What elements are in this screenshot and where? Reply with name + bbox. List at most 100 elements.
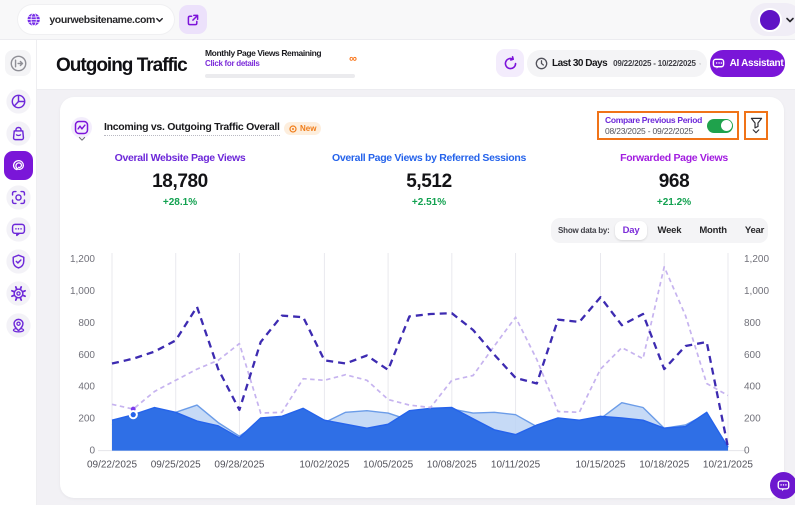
- sidebar-item-dashboard[interactable]: [4, 87, 33, 116]
- collapse-arrow-icon: [9, 54, 28, 73]
- top-bar: yourwebsitename.com: [0, 0, 795, 40]
- infinity-icon: ∞: [349, 55, 357, 63]
- metric-overall-website-page-views: Overall Website Page Views 18,780 +28.1%: [80, 152, 280, 208]
- metric-value: 18,780: [80, 171, 280, 193]
- compare-toggle[interactable]: [707, 119, 733, 133]
- website-name: yourwebsitename.com: [49, 14, 155, 26]
- bag-icon: [10, 125, 27, 142]
- metric-referred-sessions: Overall Page Views by Referred Sessions …: [299, 152, 559, 208]
- metric-value: 968: [574, 171, 774, 193]
- x-axis-label: 10/11/2025: [491, 460, 541, 471]
- quota-progress-bar: [205, 74, 355, 78]
- y-axis-label: 200: [78, 414, 95, 425]
- chat-bubble-icon: [10, 221, 27, 238]
- metric-change: +21.2%: [574, 197, 774, 208]
- y-axis-label: 800: [78, 318, 95, 329]
- sidebar-item-tracking[interactable]: [4, 183, 33, 212]
- chat-fab[interactable]: [770, 472, 795, 499]
- compare-previous-period: Compare Previous Period 08/23/2025 - 09/…: [597, 111, 739, 140]
- refresh-button[interactable]: [496, 49, 524, 77]
- metric-value: 5,512: [299, 171, 559, 193]
- metric-label: Overall Website Page Views: [80, 152, 280, 164]
- y-axis-label-right: 200: [744, 414, 761, 425]
- y-axis-label: 1,000: [70, 286, 95, 297]
- tab-week[interactable]: Week: [649, 221, 689, 240]
- refresh-icon: [503, 56, 518, 71]
- new-badge-label: New: [300, 124, 316, 133]
- y-axis-label: 400: [78, 382, 95, 393]
- sidebar-collapse-button[interactable]: [5, 50, 31, 76]
- website-selector[interactable]: yourwebsitename.com: [18, 5, 174, 34]
- sidebar-item-traffic[interactable]: [4, 151, 33, 180]
- show-data-by-label: Show data by:: [558, 226, 610, 235]
- metric-label: Forwarded Page Views: [574, 152, 774, 164]
- y-axis-label-right: 800: [744, 318, 761, 329]
- chevron-down-icon: [699, 60, 701, 68]
- globe-icon: [26, 11, 41, 28]
- marker-dot: [131, 412, 136, 417]
- traffic-chart[interactable]: 0 0 200 200 400 400 600 600 800 800 1,000 1,000 1,20…: [60, 245, 784, 490]
- chevron-down-icon: [785, 15, 795, 25]
- y-axis-label-right: 1,000: [744, 286, 769, 297]
- sidebar-item-messages[interactable]: [4, 215, 33, 244]
- toggle-knob: [721, 120, 732, 131]
- ai-chat-icon: [712, 57, 725, 70]
- x-axis-label: 10/15/2025: [575, 460, 625, 471]
- y-axis-label: 1,200: [70, 254, 95, 265]
- new-badge: New: [284, 122, 321, 135]
- chevron-down-icon: [752, 129, 760, 134]
- focus-target-icon: [10, 189, 27, 206]
- chart-area: 0 0 200 200 400 400 600 600 800 800 1,000 1,000 1,20…: [60, 245, 784, 490]
- account-menu[interactable]: [750, 3, 795, 36]
- filter-button[interactable]: [744, 111, 768, 140]
- metric-change: +28.1%: [80, 197, 280, 208]
- monthly-quota-title: Monthly Page Views Remaining: [205, 48, 357, 58]
- tab-day[interactable]: Day: [615, 221, 648, 240]
- x-axis-label: 10/18/2025: [639, 460, 689, 471]
- open-website-button[interactable]: [179, 5, 207, 34]
- x-axis-label: 09/28/2025: [214, 460, 264, 471]
- metric-change: +2.51%: [299, 197, 559, 208]
- chart-widget-icon[interactable]: [71, 117, 92, 138]
- tab-month[interactable]: Month: [691, 221, 735, 240]
- tab-year[interactable]: Year: [737, 221, 772, 240]
- main-content: Incoming vs. Outgoing Traffic Overall Ne…: [37, 90, 795, 505]
- chat-bubble-icon: [776, 478, 791, 493]
- quota-details-link[interactable]: Click for details: [205, 59, 357, 68]
- range-dates: 09/22/2025 - 10/22/2025: [613, 59, 696, 68]
- compare-dates: 08/23/2025 - 09/22/2025: [605, 126, 707, 136]
- sidebar-item-settings[interactable]: [4, 279, 33, 308]
- sidebar-item-orders[interactable]: [4, 119, 33, 148]
- chevron-down-icon[interactable]: [78, 136, 86, 142]
- compare-texts: Compare Previous Period 08/23/2025 - 09/…: [605, 115, 707, 136]
- ai-assistant-label: AI Assistant: [730, 58, 784, 69]
- y-axis-label-right: 0: [744, 446, 750, 457]
- y-axis-label-right: 400: [744, 382, 761, 393]
- avatar: [758, 8, 782, 32]
- compare-title: Compare Previous Period: [605, 115, 707, 125]
- page-header: Outgoing Traffic Monthly Page Views Rema…: [37, 40, 795, 90]
- traffic-card: Incoming vs. Outgoing Traffic Overall Ne…: [60, 97, 784, 498]
- pie-chart-icon: [10, 93, 27, 110]
- sidebar-item-security[interactable]: [4, 247, 33, 276]
- card-title: Incoming vs. Outgoing Traffic Overall: [104, 121, 280, 136]
- y-axis-label: 0: [89, 446, 95, 457]
- x-axis-label: 10/08/2025: [427, 460, 477, 471]
- ai-assistant-button[interactable]: AI Assistant: [710, 50, 785, 77]
- chevron-down-icon: [155, 15, 164, 25]
- y-axis-label: 600: [78, 350, 95, 361]
- new-badge-icon: [289, 125, 297, 133]
- activity-icon: [74, 120, 89, 135]
- monthly-quota: Monthly Page Views Remaining Click for d…: [205, 48, 357, 78]
- date-range-picker[interactable]: Last 30 Days 09/22/2025 - 10/22/2025: [527, 50, 707, 77]
- swirl-icon: [10, 157, 27, 174]
- y-axis-label-right: 600: [744, 350, 761, 361]
- sidebar-item-locations[interactable]: [4, 311, 33, 340]
- metric-label: Overall Page Views by Referred Sessions: [299, 152, 559, 164]
- sidebar: [0, 40, 37, 505]
- x-axis-label: 10/05/2025: [363, 460, 413, 471]
- location-pin-icon: [10, 317, 27, 334]
- x-axis-label: 10/21/2025: [703, 460, 753, 471]
- page-title: Outgoing Traffic: [56, 55, 187, 77]
- clock-icon: [535, 57, 548, 70]
